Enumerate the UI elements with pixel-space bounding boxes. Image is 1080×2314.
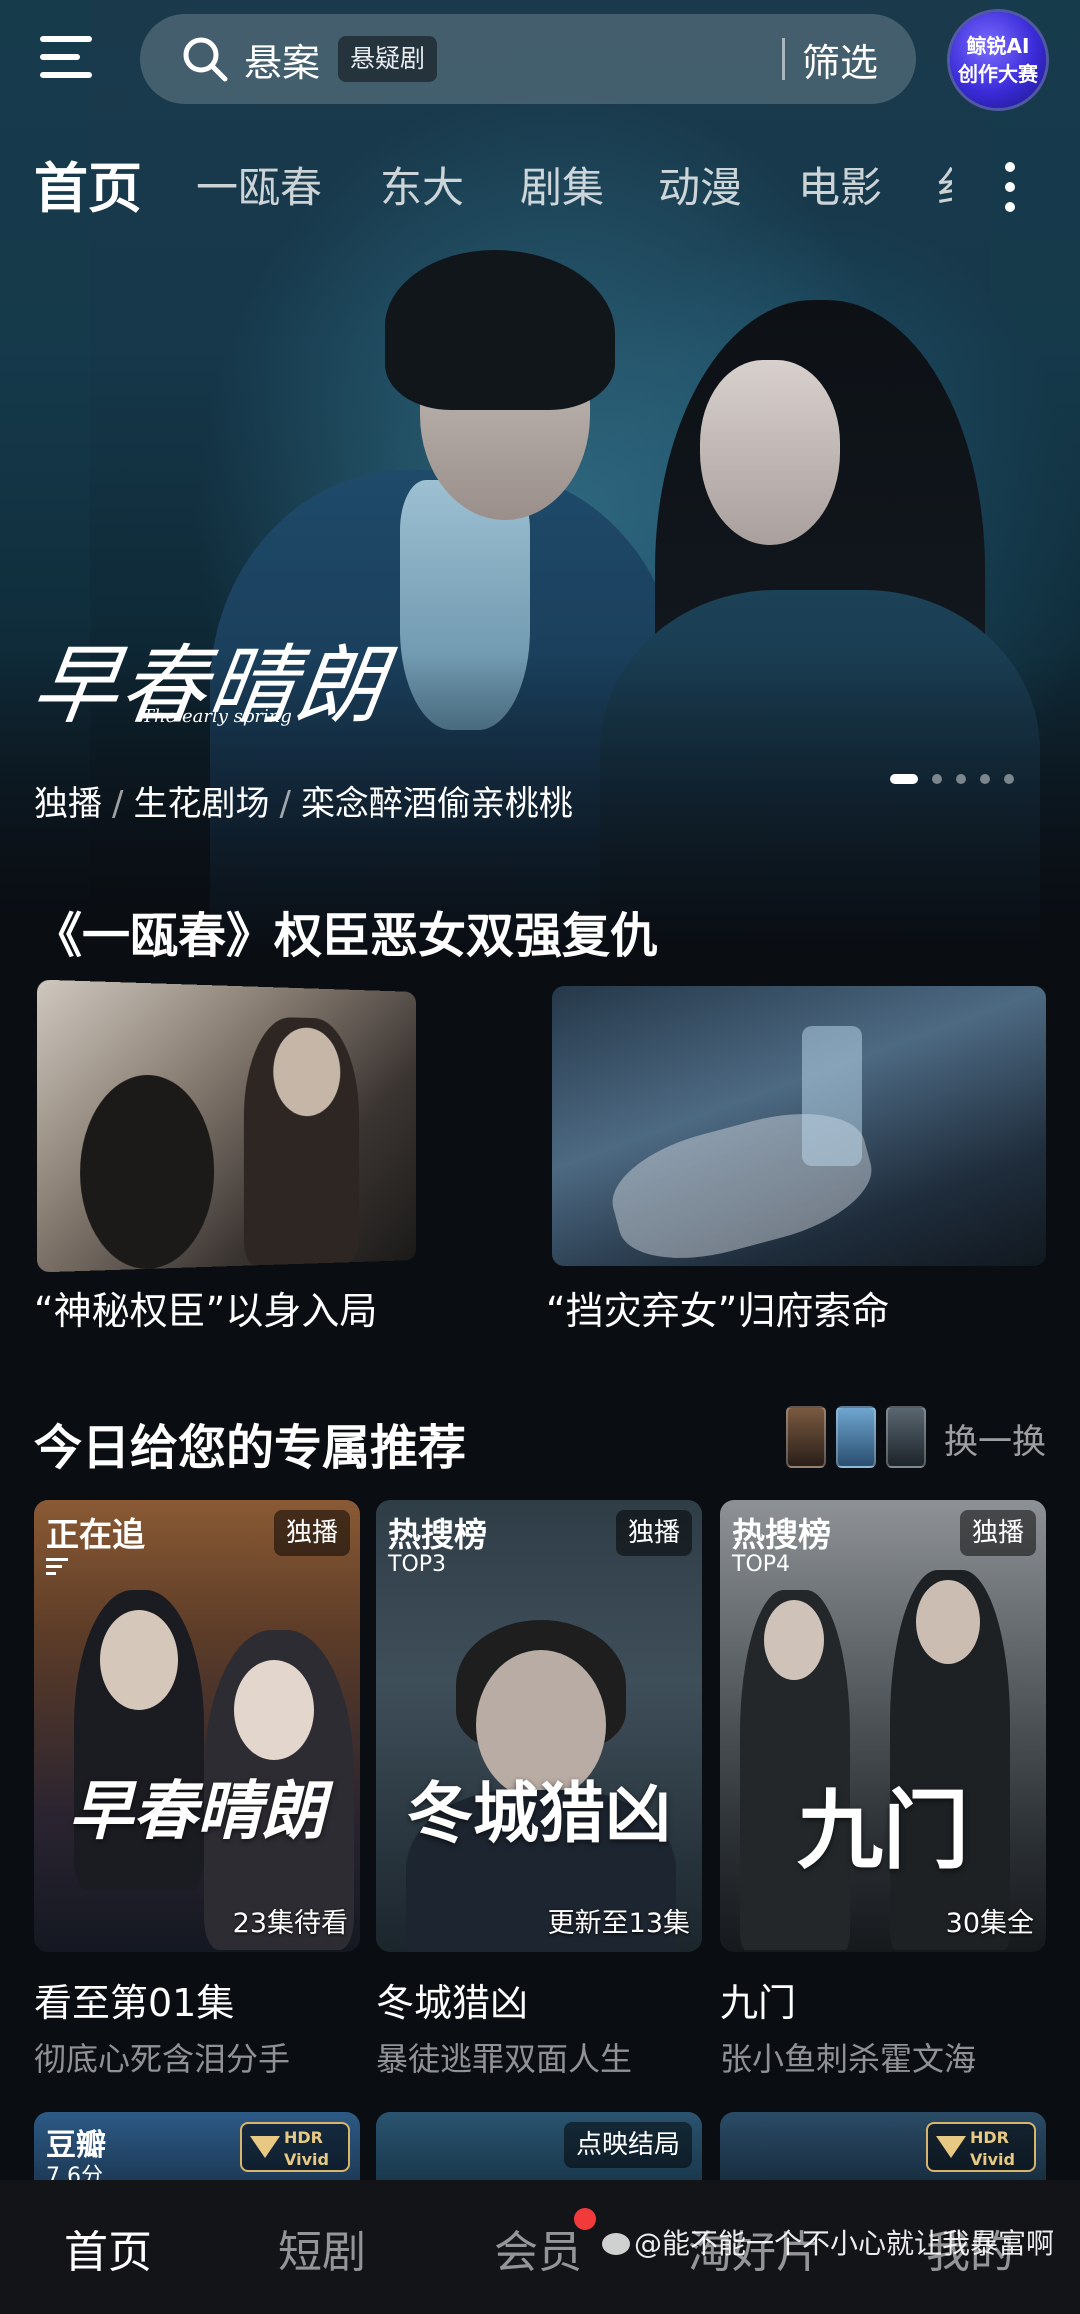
hdr-label: HDR Vivid	[284, 2128, 329, 2169]
hero-man-hair	[385, 250, 615, 410]
tag-separator: /	[279, 784, 291, 824]
card-title[interactable]: 九门	[720, 1972, 796, 2027]
card-show-logo: 早春晴朗	[69, 1774, 325, 1849]
card-title[interactable]: 冬城猎凶	[376, 1972, 528, 2027]
top-bar: 悬案 悬疑剧 筛选 鲸锐AI 创作大赛	[0, 0, 1080, 120]
category-tabs: 首页 一瓯春 东大 剧集 动漫 电影 纟	[0, 140, 1080, 230]
hero-show-logo-subtitle: The early spring	[142, 706, 292, 727]
feature-video-1[interactable]	[37, 979, 417, 1273]
list-icon	[46, 1558, 68, 1575]
carousel-dot[interactable]	[980, 774, 990, 784]
card-badge: 正在追	[46, 1515, 145, 1554]
feature-title[interactable]: 《一瓯春》权臣恶女双强复仇	[34, 896, 658, 966]
tab-series[interactable]: 剧集	[520, 154, 604, 215]
carousel-dot[interactable]	[1004, 774, 1014, 784]
nav-vip[interactable]: 会员	[494, 2216, 582, 2280]
feature-caption-2[interactable]: “挡灾弃女”归府索命	[546, 1280, 889, 1335]
card-exclusive-badge: 独播	[959, 1510, 1036, 1556]
nav-short-drama[interactable]: 短剧	[278, 2216, 366, 2280]
notification-dot	[574, 2208, 596, 2230]
weibo-icon	[602, 2233, 630, 2255]
hdr-vivid-badge: HDR Vivid	[240, 2122, 350, 2172]
nav-home[interactable]: 首页	[64, 2216, 152, 2280]
feature-video-2[interactable]	[552, 986, 1046, 1266]
recommend-card[interactable]: 热搜榜 TOP3 独播 冬城猎凶 更新至13集	[376, 1500, 702, 1952]
card-show-logo: 冬城猎凶	[407, 1774, 671, 1852]
hdr-vivid-badge: HDR Vivid	[926, 2122, 1036, 2172]
card-subtitle: 张小鱼刺杀霍文海	[720, 2040, 977, 2078]
finale-preview-badge: 点映结局	[563, 2122, 692, 2168]
hero-tag: 栾念醉酒偷亲桃桃	[300, 784, 573, 824]
promo-line-2: 创作大赛	[958, 62, 1038, 86]
card-subtitle: 彻底心死含泪分手	[34, 2040, 291, 2078]
tab-home[interactable]: 首页	[34, 144, 142, 223]
ai-contest-badge[interactable]: 鲸锐AI 创作大赛	[950, 12, 1046, 108]
refresh-thumbnail	[886, 1406, 926, 1468]
refresh-thumbnail	[836, 1406, 876, 1468]
search-tag[interactable]: 悬疑剧	[338, 36, 438, 82]
card-rank: TOP3	[388, 1552, 447, 1577]
card-show-logo: 九门	[797, 1780, 969, 1881]
carousel-dot[interactable]	[890, 774, 918, 784]
card-episode-status: 23集待看	[232, 1908, 348, 1939]
feature-caption-1[interactable]: “神秘权臣”以身入局	[34, 1280, 377, 1335]
card-episode-status: 30集全	[945, 1908, 1034, 1939]
tab-yiouchun[interactable]: 一瓯春	[196, 154, 322, 215]
card-title[interactable]: 看至第01集	[34, 1972, 234, 2027]
carousel-dot[interactable]	[956, 774, 966, 784]
recommend-card[interactable]: 热搜榜 TOP4 独播 九门 30集全	[720, 1500, 1046, 1952]
tab-dongda[interactable]: 东大	[380, 154, 464, 215]
card-rank: TOP4	[732, 1552, 791, 1577]
tab-movie[interactable]: 电影	[798, 154, 882, 215]
hdr-label: HDR Vivid	[970, 2128, 1015, 2169]
card-badge: 热搜榜	[732, 1515, 831, 1554]
carousel-dot[interactable]	[932, 774, 942, 784]
recommend-title: 今日给您的专属推荐	[34, 1420, 467, 1476]
hero-tag: 独播	[34, 784, 102, 824]
tag-separator: /	[112, 784, 124, 824]
card-subtitle: 暴徒逃罪双面人生	[376, 2040, 633, 2078]
watermark-text: @能不能一个不小心就让我暴富啊	[634, 2227, 1055, 2260]
hdr-icon	[936, 2136, 966, 2158]
filter-button[interactable]: 筛选	[802, 32, 878, 87]
refresh-thumbnail	[786, 1406, 826, 1468]
more-icon[interactable]	[1000, 162, 1020, 212]
hero-tag: 生花剧场	[133, 784, 270, 824]
hero-tags: 独播 / 生花剧场 / 栾念醉酒偷亲桃桃	[34, 776, 573, 825]
tab-anime[interactable]: 动漫	[658, 154, 742, 215]
refresh-button[interactable]: 换一换	[944, 1414, 1046, 1463]
menu-icon[interactable]	[40, 36, 98, 82]
card-exclusive-badge: 独播	[615, 1510, 692, 1556]
card-poster	[34, 1500, 360, 1952]
search-query: 悬案	[244, 41, 321, 85]
search-divider	[782, 38, 785, 80]
search-icon	[183, 37, 228, 82]
hero-woman-face	[700, 360, 840, 545]
card-badge: 热搜榜	[388, 1515, 487, 1554]
tab-overflow[interactable]: 纟	[936, 154, 952, 215]
search-bar[interactable]: 悬案 悬疑剧 筛选	[140, 14, 916, 104]
card-exclusive-badge: 独播	[273, 1510, 350, 1556]
hdr-icon	[250, 2136, 280, 2158]
recommend-card[interactable]: 正在追 独播 早春晴朗 23集待看	[34, 1500, 360, 1952]
card-episode-status: 更新至13集	[547, 1908, 690, 1939]
promo-line-1: 鲸锐AI	[966, 34, 1030, 58]
watermark: @能不能一个不小心就让我暴富啊	[602, 2222, 1054, 2262]
